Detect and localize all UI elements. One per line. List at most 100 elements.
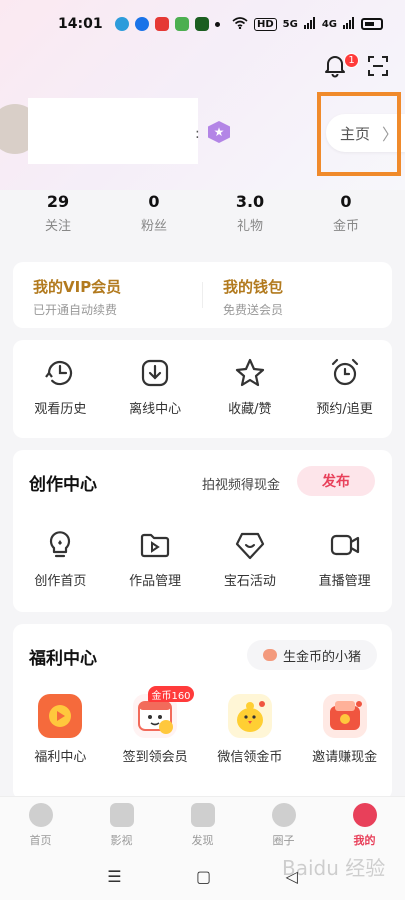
signal-icon xyxy=(303,16,316,32)
quick-label: 收藏/赞 xyxy=(228,402,272,417)
stat-label: 礼物 xyxy=(236,219,263,234)
nav-discover[interactable]: 发现 xyxy=(162,797,243,852)
notification-badge: 1 xyxy=(344,53,359,68)
welfare-label: 福利中心 xyxy=(34,750,87,765)
status-time: 14:01 xyxy=(58,16,103,32)
stat-value: 3.0 xyxy=(235,192,265,211)
star-icon xyxy=(233,356,267,390)
watermark: Baidu 经验 xyxy=(282,856,386,880)
chevron-right-icon: 〉 xyxy=(382,125,399,144)
vip-wallet-card: 我的VIP会员 已开通自动续费 我的钱包 免费送会员 xyxy=(13,262,392,328)
quick-actions-card: 观看历史 离线中心 收藏/赞 预约/追更 xyxy=(13,340,392,438)
stat-label: 粉丝 xyxy=(140,219,167,234)
creation-label: 直播管理 xyxy=(318,574,371,589)
piggy-label: 生金币的小猪 xyxy=(282,649,361,665)
welfare-grid: 福利中心 签到领会员 微信领金币 邀请赚现金 xyxy=(13,694,392,765)
status-indicators: HD 5G 4G xyxy=(232,16,383,32)
home-square-icon[interactable]: ▢ xyxy=(196,867,211,886)
wallet-subtitle: 免费送会员 xyxy=(223,303,284,317)
vip-member-entry[interactable]: 我的VIP会员 已开通自动续费 xyxy=(13,262,202,328)
creation-grid: 创作首页 作品管理 宝石活动 直播管理 xyxy=(13,528,392,589)
welfare-label: 邀请赚现金 xyxy=(312,750,378,765)
stat-gifts[interactable]: 3.0 礼物 xyxy=(202,192,298,242)
more-notifications-icon xyxy=(214,21,220,27)
bulb-icon xyxy=(43,528,77,562)
username-colon: : xyxy=(195,126,200,142)
creation-center-title: 创作中心 xyxy=(29,475,97,495)
creation-label: 宝石活动 xyxy=(223,574,276,589)
signal-5g-label: 5G xyxy=(282,18,298,30)
stat-value: 0 xyxy=(148,192,160,211)
app-notification-icon xyxy=(154,17,169,31)
works-management[interactable]: 作品管理 xyxy=(108,528,203,589)
piggy-coin-button[interactable]: 生金币的小猪 xyxy=(247,640,377,670)
stat-label: 金币 xyxy=(332,219,359,234)
discover-icon xyxy=(190,803,215,827)
nav-label: 圈子 xyxy=(272,834,295,847)
alarm-icon xyxy=(328,356,362,390)
creation-hint: 拍视频得现金 xyxy=(202,478,281,493)
publish-button[interactable]: 发布 xyxy=(297,466,375,496)
wallet-entry[interactable]: 我的钱包 免费送会员 xyxy=(203,262,392,328)
app-notification-icon xyxy=(194,17,209,31)
nav-profile[interactable]: 我的 xyxy=(324,797,405,852)
creation-label: 作品管理 xyxy=(129,574,182,589)
stat-value: 0 xyxy=(340,192,352,211)
video-icon xyxy=(109,803,134,827)
gem-activity[interactable]: 宝石活动 xyxy=(203,528,298,589)
wifi-icon xyxy=(232,16,248,32)
profile-stats: 29 关注 0 粉丝 3.0 礼物 0 金币 xyxy=(0,192,405,242)
menu-icon[interactable]: ☰ xyxy=(107,867,121,886)
welfare-label: 签到领会员 xyxy=(122,750,188,765)
status-app-icons xyxy=(114,17,220,31)
bottom-navigation: 首页 影视 发现 圈子 我的 xyxy=(0,796,405,852)
scan-icon[interactable] xyxy=(366,54,390,78)
nav-home[interactable]: 首页 xyxy=(0,797,81,852)
download-icon xyxy=(138,356,172,390)
status-bar: 14:01 HD 5G 4G xyxy=(0,0,405,48)
home-page-button[interactable]: 主页 〉 xyxy=(326,114,405,152)
stat-coins[interactable]: 0 金币 xyxy=(298,192,394,242)
quick-favorites[interactable]: 收藏/赞 xyxy=(203,356,298,438)
creation-label: 创作首页 xyxy=(34,574,87,589)
gem-icon xyxy=(233,528,267,562)
quick-label: 离线中心 xyxy=(129,402,182,417)
signal-icon xyxy=(343,16,355,32)
piggy-icon xyxy=(262,649,277,661)
signal-4g-label: 4G xyxy=(321,18,337,30)
welfare-label: 微信领金币 xyxy=(217,750,283,765)
home-page-label: 主页 xyxy=(340,124,371,143)
nav-video[interactable]: 影视 xyxy=(81,797,162,852)
hd-label: HD xyxy=(253,17,277,31)
quick-reserve[interactable]: 预约/追更 xyxy=(297,356,392,438)
folder-icon xyxy=(138,528,172,562)
stat-following[interactable]: 29 关注 xyxy=(10,192,106,242)
wallet-icon xyxy=(322,694,367,738)
quick-offline[interactable]: 离线中心 xyxy=(108,356,203,438)
quick-label: 观看历史 xyxy=(34,402,87,417)
coin-reward-badge: 金币160 xyxy=(148,686,194,702)
profile-icon xyxy=(352,803,377,827)
nav-circle[interactable]: 圈子 xyxy=(243,797,324,852)
app-notification-icon xyxy=(114,17,129,31)
welfare-center-title: 福利中心 xyxy=(29,649,97,669)
creation-home[interactable]: 创作首页 xyxy=(13,528,108,589)
circle-icon xyxy=(271,803,296,827)
app-notification-icon xyxy=(174,17,189,31)
wallet-title: 我的钱包 xyxy=(223,278,284,296)
vip-member-title: 我的VIP会员 xyxy=(33,278,122,296)
wechat-coin-entry[interactable]: 微信领金币 xyxy=(203,694,298,765)
quick-history[interactable]: 观看历史 xyxy=(13,356,108,438)
invite-cash-entry[interactable]: 邀请赚现金 xyxy=(297,694,392,765)
vip-member-subtitle: 已开通自动续费 xyxy=(33,303,118,317)
quick-label: 预约/追更 xyxy=(316,402,373,417)
battery-icon xyxy=(361,18,383,30)
chick-icon xyxy=(227,694,272,738)
welfare-center-card: 福利中心 生金币的小猪 福利中心 签到领会员 微信领金币 邀请赚现金 xyxy=(13,624,392,800)
stat-fans[interactable]: 0 粉丝 xyxy=(106,192,202,242)
checkin-vip-entry[interactable]: 签到领会员 xyxy=(108,694,203,765)
welfare-center-entry[interactable]: 福利中心 xyxy=(13,694,108,765)
username-redacted xyxy=(28,98,198,164)
nav-label: 我的 xyxy=(353,834,376,847)
live-management[interactable]: 直播管理 xyxy=(297,528,392,589)
